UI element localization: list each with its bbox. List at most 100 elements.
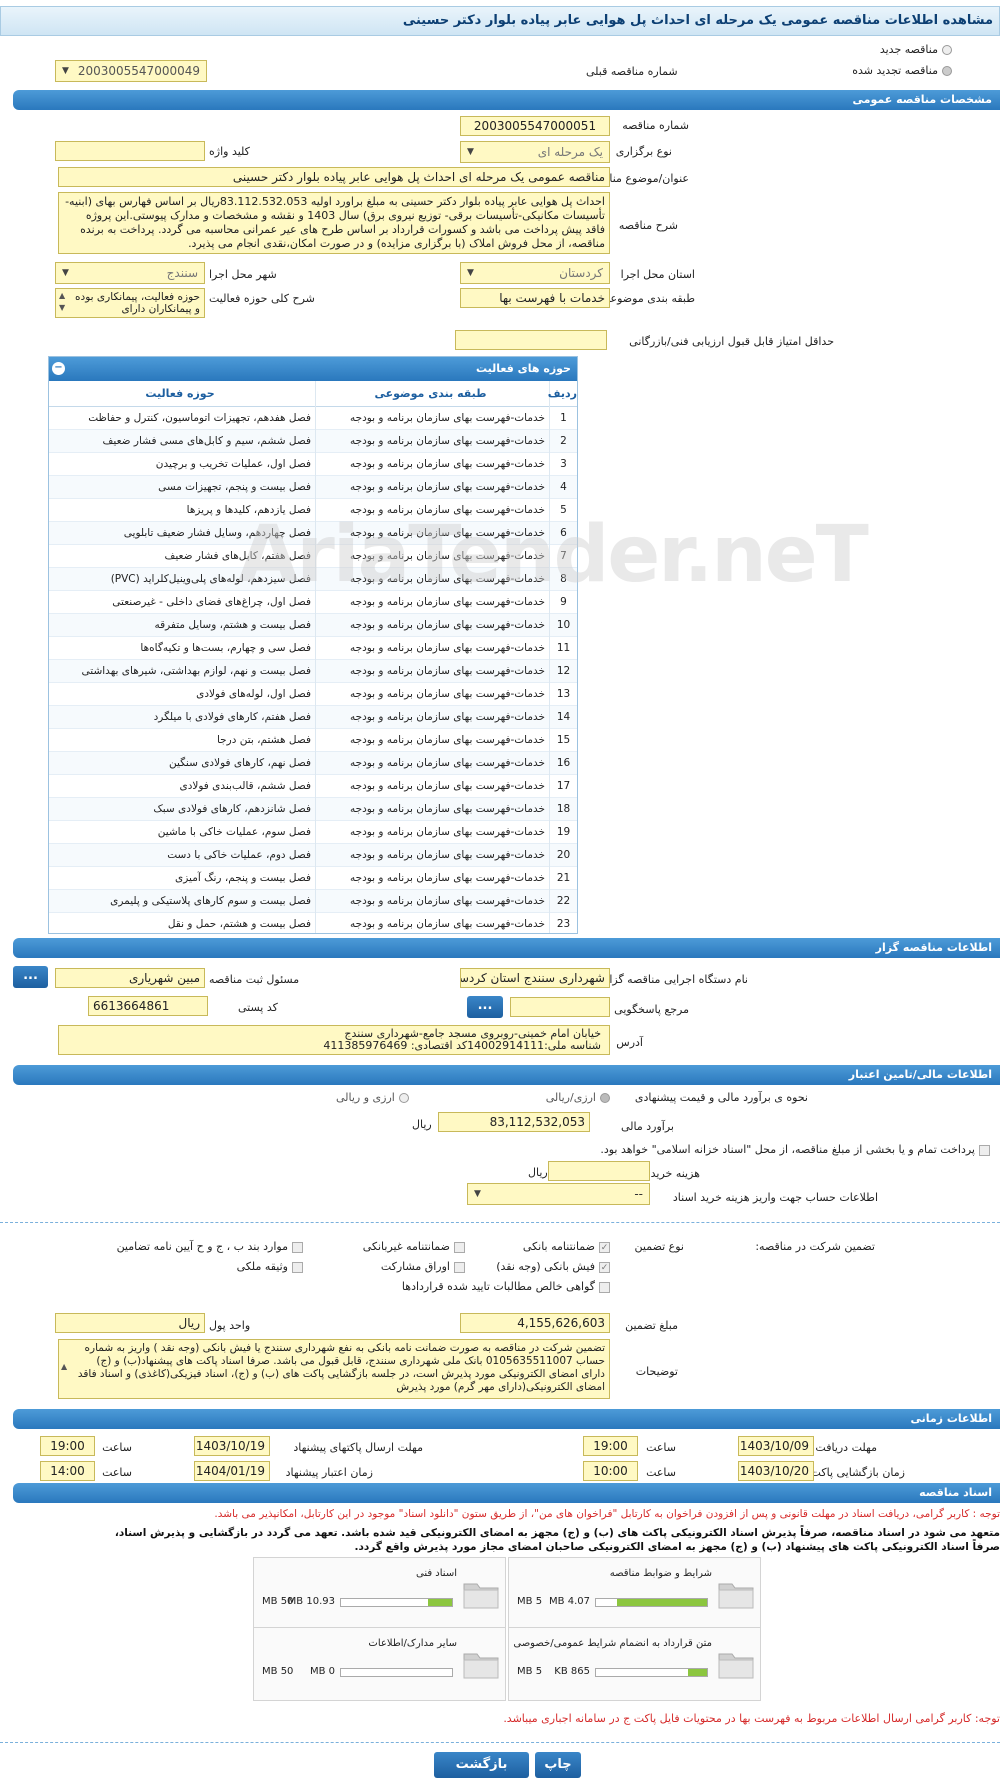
- row-number-cell: 3: [549, 453, 577, 476]
- scroll-arrows-icon[interactable]: ▲▼: [61, 1342, 67, 1398]
- validity-time: 14:00: [40, 1461, 95, 1481]
- officer-more-button[interactable]: ...: [13, 966, 48, 988]
- currency-and-rial-radio[interactable]: ارزی و ریالی: [336, 1091, 409, 1104]
- category-cell: خدمات-فهرست بهای سازمان برنامه و بودجه: [315, 453, 549, 476]
- chevron-down-icon: ▼: [62, 268, 69, 278]
- chevron-down-icon: ▼: [467, 147, 474, 157]
- category-cell: خدمات-فهرست بهای سازمان برنامه و بودجه: [315, 637, 549, 660]
- bonds-checkbox[interactable]: اوراق مشارکت: [381, 1260, 465, 1273]
- document-name: شرایط و ضوابط مناقصه: [609, 1568, 712, 1579]
- field-cell: فصل اول، لوله‌های فولادی: [196, 688, 311, 700]
- notes-field: تضمین شرکت در مناقصه به صورت ضمانت نامه …: [58, 1339, 610, 1399]
- new-tender-radio[interactable]: مناقصه جدید: [880, 43, 952, 56]
- category-cell: خدمات-فهرست بهای سازمان برنامه و بودجه: [315, 706, 549, 729]
- table-row: 22 خدمات-فهرست بهای سازمان برنامه و بودجه…: [49, 890, 577, 913]
- estimate-method-label: نحوه ی برآورد مالی و قیمت پیشنهادی: [634, 1091, 808, 1104]
- treasury-checkbox[interactable]: پرداخت تمام و یا بخشی از مبلغ مناقصه، از…: [600, 1143, 990, 1156]
- collapse-icon[interactable]: −: [52, 362, 65, 375]
- table-row: 4 خدمات-فهرست بهای سازمان برنامه و بودجه ف…: [49, 476, 577, 499]
- estimate-label: برآورد مالی: [621, 1120, 674, 1133]
- activity-desc-label: شرح کلی حوزه فعالیت: [209, 292, 315, 305]
- row-number-cell: 13: [549, 683, 577, 706]
- activity-desc-field: حوزه فعالیت، پیمانکاری بوده و پیمانکاران…: [55, 288, 205, 318]
- watermark-logo: AriaTender.neT: [238, 510, 869, 600]
- document-tile[interactable]: شرایط و ضوابط مناقصه 5 MB 4.07 MB: [508, 1557, 761, 1631]
- category-cell: خدمات-فهرست بهای سازمان برنامه و بودجه: [315, 890, 549, 913]
- category-cell: خدمات-فهرست بهای سازمان برنامه و بودجه: [315, 407, 549, 430]
- document-tile[interactable]: متن قرارداد به انضمام شرایط عمومی/خصوصی 5…: [508, 1627, 761, 1701]
- divider: [0, 1742, 1000, 1743]
- tender-type-select[interactable]: یک مرحله ای ▼: [460, 141, 610, 163]
- document-tile[interactable]: سایر مدارک/اطلاعات 50 MB 0 MB: [253, 1627, 506, 1701]
- documents-section-header: اسناد مناقصه: [13, 1483, 1000, 1503]
- org-field: شهرداری سنندج استان کردستان: [460, 968, 610, 988]
- document-name: سایر مدارک/اطلاعات: [368, 1638, 457, 1649]
- non-bank-guarantee-checkbox[interactable]: ضمانتنامه غیربانکی: [363, 1240, 465, 1253]
- print-button[interactable]: چاپ: [535, 1752, 581, 1778]
- table-row: 23 خدمات-فهرست بهای سازمان برنامه و بودجه…: [49, 913, 577, 933]
- postal-field: 6613664861: [88, 996, 208, 1016]
- row-number-cell: 20: [549, 844, 577, 867]
- min-score-label: حداقل امتیاز قابل قبول ارزیابی فنی/بازرگ…: [629, 335, 834, 348]
- category-cell: خدمات-فهرست بهای سازمان برنامه و بودجه: [315, 867, 549, 890]
- renewed-tender-radio[interactable]: مناقصه تجدید شده: [852, 64, 952, 77]
- commitment-text-2: صرفاً اسناد الکترونیکی پاکت های پیشنهاد …: [354, 1541, 1000, 1553]
- table-row: 19 خدمات-فهرست بهای سازمان برنامه و بودجه…: [49, 821, 577, 844]
- participation-label: تضمین شرکت در مناقصه:: [755, 1240, 875, 1253]
- doc-cost-unit: ریال: [528, 1166, 548, 1179]
- bank-receipt-checkbox[interactable]: ✓فیش بانکی (وجه نقد): [496, 1260, 610, 1273]
- category-cell: خدمات-فهرست بهای سازمان برنامه و بودجه: [315, 614, 549, 637]
- submit-deadline-time: 19:00: [40, 1436, 95, 1456]
- document-progress-bar: [340, 1598, 453, 1607]
- category-cell: خدمات-فهرست بهای سازمان برنامه و بودجه: [315, 913, 549, 933]
- property-pledge-checkbox[interactable]: وثیقه ملکی: [237, 1260, 303, 1273]
- regulation-items-checkbox[interactable]: موارد بند ب ، ج و ح آیین نامه تضامین: [117, 1240, 303, 1253]
- category-field: خدمات با فهرست بها: [460, 288, 610, 308]
- officer-label: مسئول ثبت مناقصه: [209, 973, 300, 986]
- submit-deadline-label: مهلت ارسال پاکتهای پیشنهاد: [293, 1441, 423, 1454]
- commitment-text-1: متعهد می شود در اسناد مناقصه، صرفاً پذیر…: [114, 1527, 1000, 1539]
- guarantee-type-label: نوع تضمین: [634, 1240, 684, 1253]
- document-tile[interactable]: اسناد فنی 50 MB 10.93 MB: [253, 1557, 506, 1631]
- field-cell: فصل هشتم، بتن درجا: [216, 734, 311, 746]
- previous-number-select[interactable]: 2003005547000049 ▼: [55, 60, 207, 82]
- row-number-cell: 17: [549, 775, 577, 798]
- category-cell: خدمات-فهرست بهای سازمان برنامه و بودجه: [315, 660, 549, 683]
- currency-rial-radio[interactable]: ارزی/ریالی: [546, 1091, 610, 1104]
- guarantee-amount-field: 4,155,626,603: [460, 1313, 610, 1333]
- document-max-size: 50 MB: [262, 1666, 294, 1677]
- province-select[interactable]: کردستان ▼: [460, 262, 610, 284]
- keyword-field[interactable]: [55, 141, 205, 161]
- chevron-down-icon: ▼: [467, 268, 474, 278]
- opening-time: 10:00: [583, 1461, 638, 1481]
- bank-guarantee-checkbox[interactable]: ✓ضمانتنامه بانکی: [523, 1240, 610, 1253]
- tender-number-field: 2003005547000051: [460, 116, 610, 136]
- col-row-header: ردیف: [548, 381, 577, 407]
- back-button[interactable]: بازگشت: [434, 1752, 529, 1778]
- field-cell: فصل اول، عملیات تخریب و برچیدن: [155, 458, 311, 470]
- table-row: 11 خدمات-فهرست بهای سازمان برنامه و بودجه…: [49, 637, 577, 660]
- document-max-size: 5 MB: [517, 1666, 543, 1677]
- claims-certificate-checkbox[interactable]: گواهی خالص مطالبات تایید شده قراردادها: [402, 1280, 610, 1293]
- tender-title-field: مناقصه عمومی یک مرحله ای احداث پل هوایی …: [58, 167, 610, 187]
- scroll-arrows-icon[interactable]: ▲▼: [59, 290, 65, 314]
- table-row: 16 خدمات-فهرست بهای سازمان برنامه و بودجه…: [49, 752, 577, 775]
- row-number-cell: 21: [549, 867, 577, 890]
- table-row: 2 خدمات-فهرست بهای سازمان برنامه و بودجه ف…: [49, 430, 577, 453]
- table-row: 20 خدمات-فهرست بهای سازمان برنامه و بودجه…: [49, 844, 577, 867]
- document-size: 4.07 MB: [549, 1596, 590, 1607]
- row-number-cell: 10: [549, 614, 577, 637]
- field-cell: فصل بیست و پنجم، تجهیزات مسی: [158, 481, 311, 493]
- estimate-unit: ریال: [412, 1118, 432, 1131]
- row-number-cell: 19: [549, 821, 577, 844]
- guarantee-amount-label: مبلغ تضمین: [625, 1319, 678, 1332]
- city-select[interactable]: سنندج ▼: [55, 262, 205, 284]
- row-number-cell: 15: [549, 729, 577, 752]
- time-label: ساعت: [646, 1466, 676, 1479]
- previous-number-label: شماره مناقصه قبلی: [586, 65, 678, 78]
- documents-note: توجه : کاربر گرامی، دریافت اسناد در مهلت…: [214, 1508, 1000, 1520]
- ref-field: [510, 997, 610, 1017]
- ref-more-button[interactable]: ...: [467, 996, 503, 1018]
- account-select[interactable]: -- ▼: [467, 1183, 650, 1205]
- currency-field: ریال: [55, 1313, 205, 1333]
